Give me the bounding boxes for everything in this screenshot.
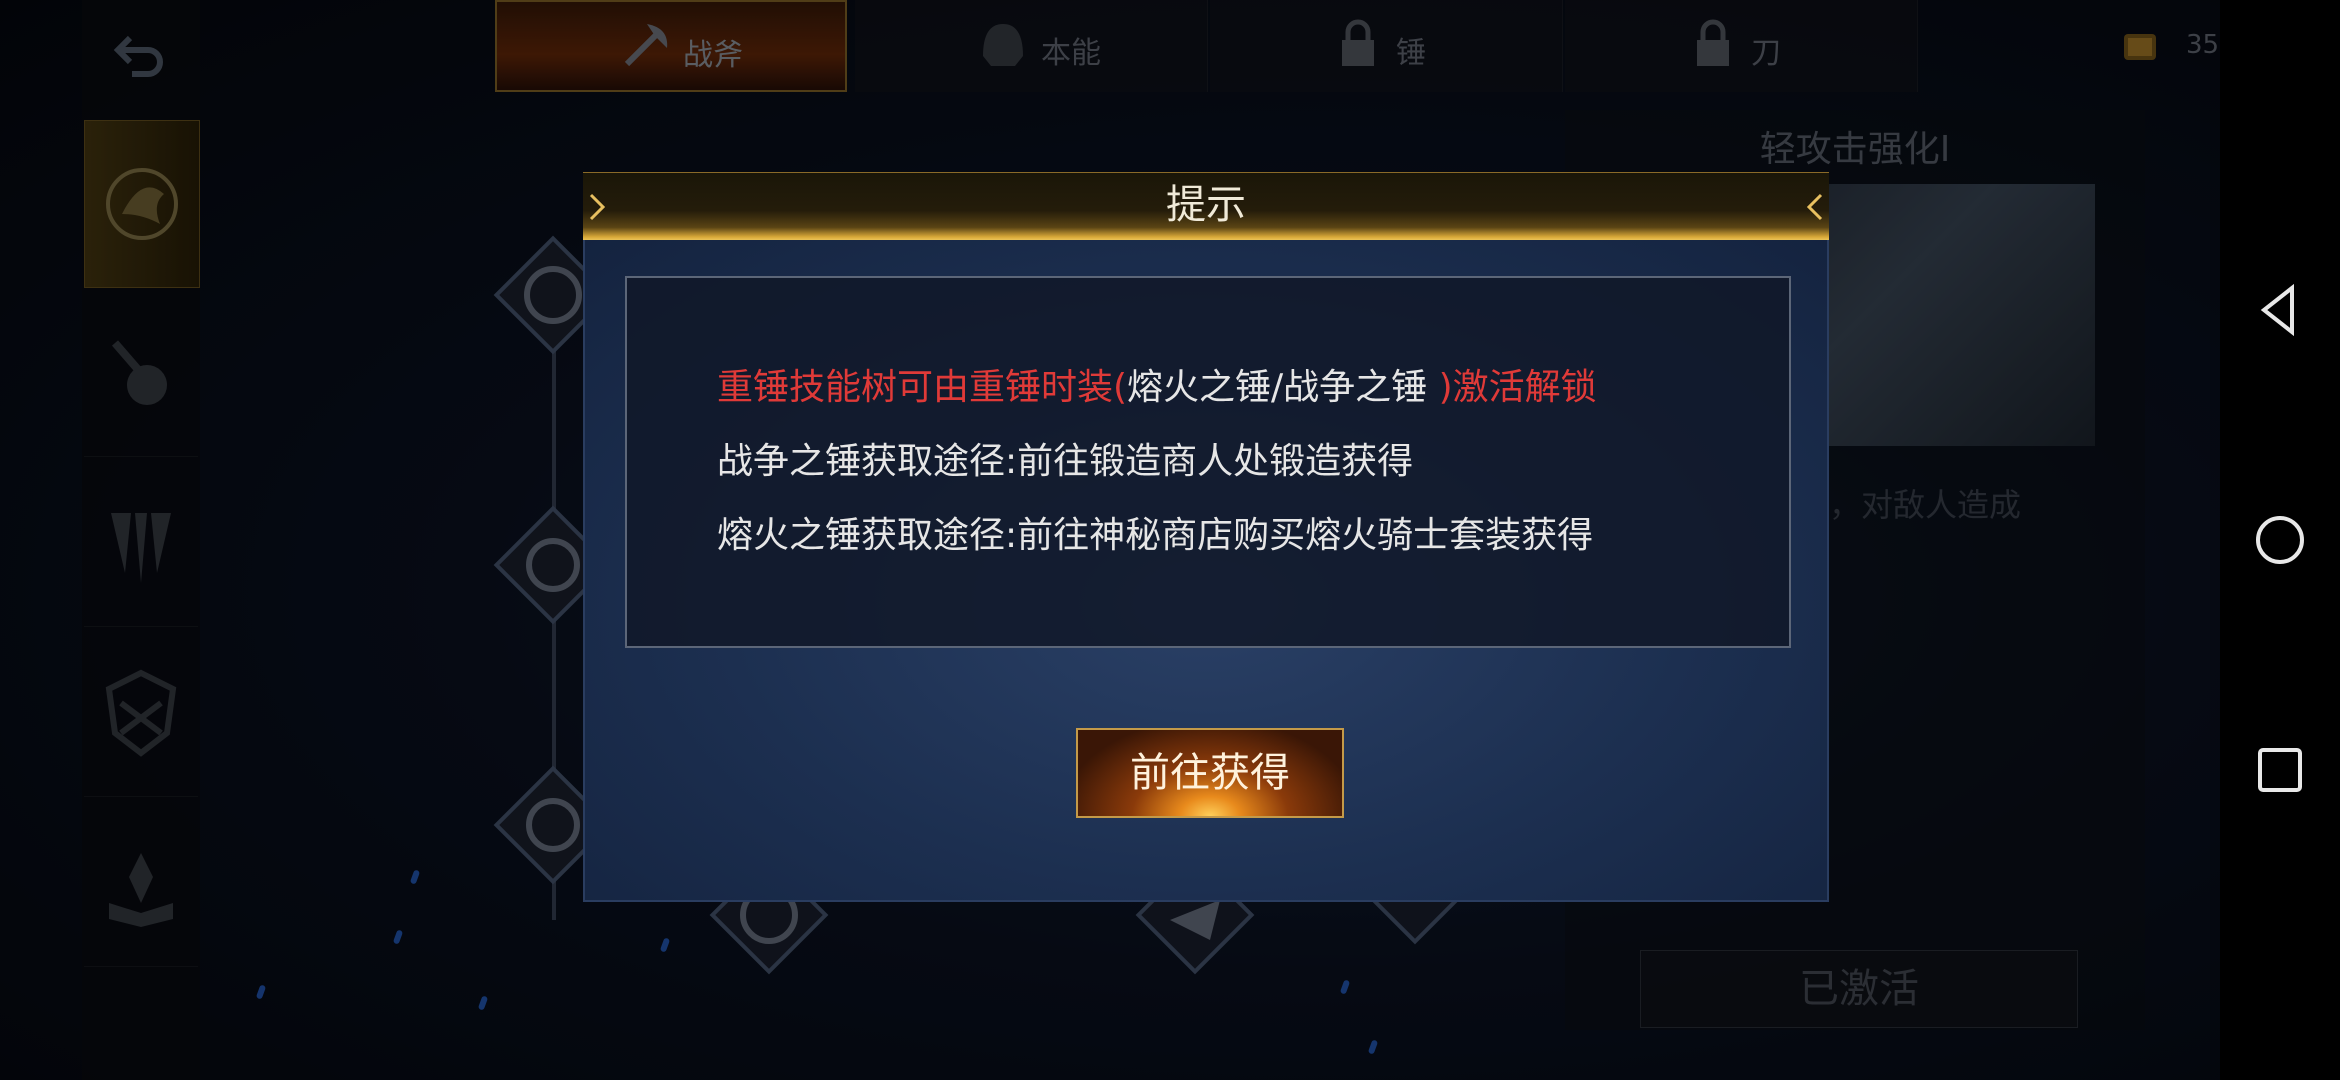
molten-hammer-source-line: 熔火之锤获取途径:前往神秘商店购买熔火骑士套装获得 [717, 515, 1594, 556]
war-hammer-source-line: 战争之锤获取途径:前往锻造商人处锻造获得 [717, 441, 1414, 482]
unlock-text-b: )激活解锁 [1438, 367, 1597, 408]
go-obtain-button[interactable]: 前往获得 [1076, 728, 1344, 818]
nav-recents-button[interactable] [2252, 742, 2308, 798]
nav-home-button[interactable] [2252, 512, 2308, 568]
triangle-back-icon [2260, 283, 2294, 337]
square-recents-icon [2258, 748, 2302, 792]
circle-home-icon [2256, 516, 2304, 564]
hint-dialog: 提示 重锤技能树可由重锤时装(熔火之锤/战争之锤 )激活解锁 战争之锤获取途径:… [583, 172, 1829, 902]
system-navigation-bar [2220, 0, 2340, 1080]
header-ornament-right-icon [1806, 193, 1823, 221]
unlock-text-a: 重锤技能树可由重锤时装( [717, 367, 1128, 408]
nav-back-button[interactable] [2252, 282, 2308, 338]
message-box: 重锤技能树可由重锤时装(熔火之锤/战争之锤 )激活解锁 战争之锤获取途径:前往锻… [625, 276, 1791, 648]
unlock-requirement-line: 重锤技能树可由重锤时装(熔火之锤/战争之锤 )激活解锁 [717, 358, 1597, 410]
game-screen: 战斧 本能 锤 刀 354 [0, 0, 2220, 1080]
dialog-title: 提示 [1166, 182, 1246, 228]
dialog-body: 重锤技能树可由重锤时装(熔火之锤/战争之锤 )激活解锁 战争之锤获取途径:前往锻… [583, 240, 1829, 902]
costume-names: 熔火之锤/战争之锤 [1127, 367, 1428, 408]
dialog-header: 提示 [583, 172, 1829, 241]
